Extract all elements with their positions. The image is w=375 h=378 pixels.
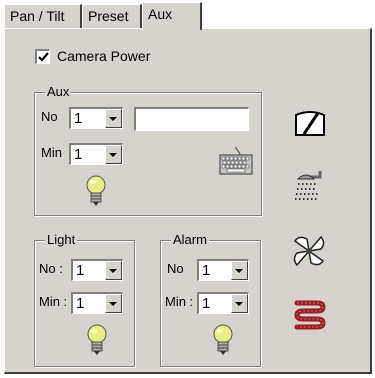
tab-pan-tilt-label: Pan / Tilt xyxy=(10,8,65,24)
light-min-label: Min : xyxy=(39,294,68,309)
lightbulb-icon xyxy=(213,324,233,355)
aux-text-input[interactable] xyxy=(134,107,249,131)
light-min-value: 1 xyxy=(76,295,85,312)
light-group-legend: Light xyxy=(45,232,78,248)
light-no-label: No : xyxy=(39,261,63,276)
alarm-min-dropdown-button[interactable] xyxy=(231,294,248,313)
light-no-value: 1 xyxy=(76,262,85,279)
light-min-dropdown-button[interactable] xyxy=(105,294,122,313)
tab-aux-label: Aux xyxy=(148,6,173,22)
tab-aux[interactable]: Aux xyxy=(142,2,202,30)
alarm-group: Alarm No 1 Min : 1 xyxy=(160,232,261,367)
checkmark-icon xyxy=(38,52,49,62)
alarm-no-select[interactable]: 1 xyxy=(197,259,249,281)
aux-group: Aux No 1 Min 1 xyxy=(34,84,262,216)
light-no-select[interactable]: 1 xyxy=(71,259,123,281)
aux-min-label: Min xyxy=(41,145,62,160)
camera-power-label: Camera Power xyxy=(57,48,151,64)
tab-preset-label: Preset xyxy=(88,8,129,24)
aux-group-legend: Aux xyxy=(45,84,72,100)
keyboard-icon[interactable] xyxy=(218,147,254,177)
tab-preset[interactable]: Preset xyxy=(82,4,142,28)
aux-min-select[interactable]: 1 xyxy=(69,143,123,165)
aux-no-dropdown-button[interactable] xyxy=(105,109,122,128)
aux-no-select[interactable]: 1 xyxy=(69,107,123,129)
aux-min-dropdown-button[interactable] xyxy=(105,145,122,164)
lightbulb-icon xyxy=(87,324,107,355)
alarm-no-value: 1 xyxy=(202,262,211,279)
aux-panel: Camera Power Aux No 1 Min 1 Light No: 1… xyxy=(4,28,372,374)
aux-settings-window: Pan / Tilt Preset Aux Camera Power Aux N… xyxy=(0,0,375,378)
alarm-min-label: Min : xyxy=(165,294,194,309)
alarm-no-dropdown-button[interactable] xyxy=(231,261,248,280)
light-no-dropdown-button[interactable] xyxy=(105,261,122,280)
wiper-icon[interactable] xyxy=(292,107,328,139)
tab-pan-tilt[interactable]: Pan / Tilt xyxy=(4,4,82,28)
alarm-min-value: 1 xyxy=(202,295,211,312)
lightbulb-icon xyxy=(86,175,106,206)
alarm-min-select[interactable]: 1 xyxy=(197,292,249,314)
light-group: Light No : 1 Min : 1 xyxy=(34,232,135,367)
aux-min-value: 1 xyxy=(74,146,83,163)
camera-power-checkbox[interactable] xyxy=(35,49,50,64)
washer-icon[interactable] xyxy=(292,169,328,203)
aux-no-value: 1 xyxy=(74,110,83,127)
alarm-group-legend: Alarm xyxy=(171,232,209,248)
fan-icon[interactable] xyxy=(291,233,327,269)
light-min-select[interactable]: 1 xyxy=(71,292,123,314)
alarm-no-label: No xyxy=(167,261,184,276)
aux-no-label: No xyxy=(41,109,58,124)
heater-icon[interactable] xyxy=(293,297,327,331)
